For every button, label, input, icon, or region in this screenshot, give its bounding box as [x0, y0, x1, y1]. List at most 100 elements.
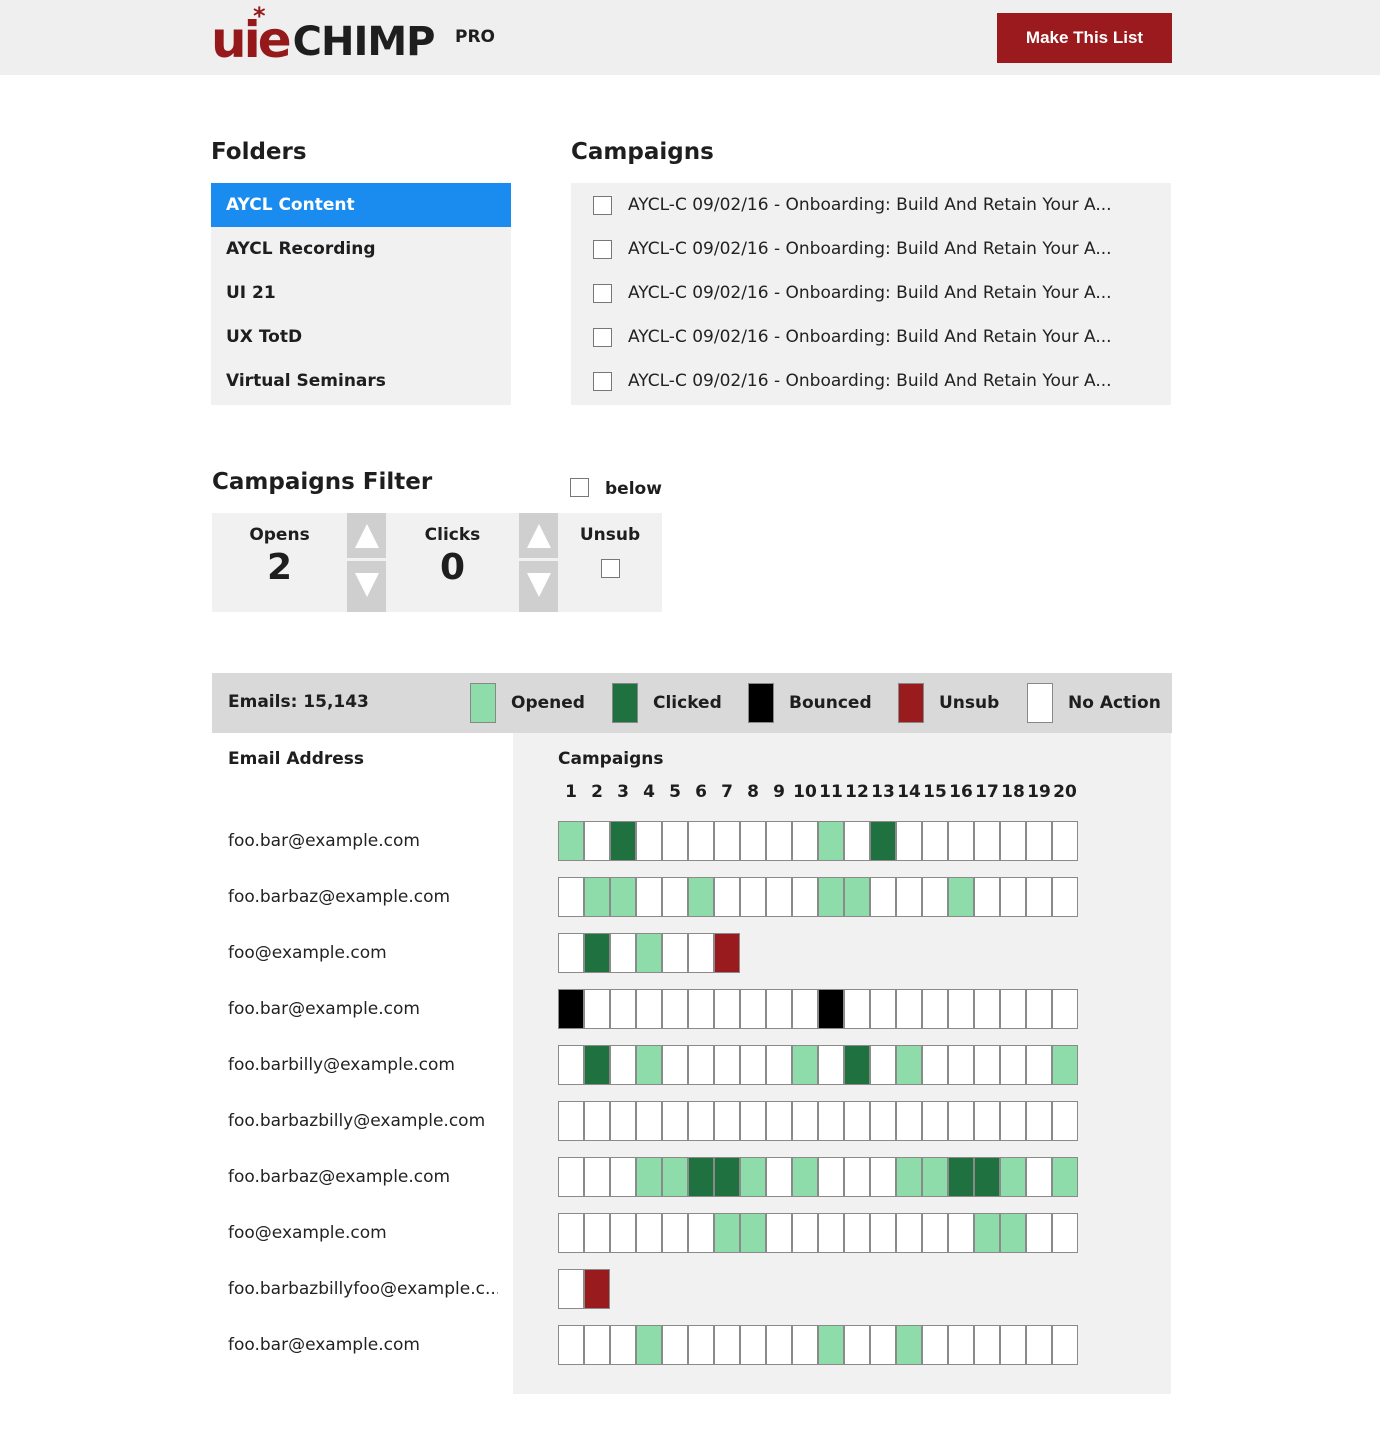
status-cell[interactable]	[584, 1325, 610, 1365]
campaign-item[interactable]: AYCL-C 09/02/16 - Onboarding: Build And …	[571, 183, 1171, 227]
status-cell[interactable]	[870, 1213, 896, 1253]
status-cell[interactable]	[792, 1325, 818, 1365]
status-cell[interactable]	[1000, 989, 1026, 1029]
status-cell[interactable]	[818, 1045, 844, 1085]
status-cell[interactable]	[766, 1101, 792, 1141]
status-cell[interactable]	[636, 1101, 662, 1141]
status-cell[interactable]	[896, 1101, 922, 1141]
status-cell[interactable]	[1000, 821, 1026, 861]
status-cell[interactable]	[740, 1325, 766, 1365]
status-cell[interactable]	[766, 1325, 792, 1365]
status-cell[interactable]	[610, 1325, 636, 1365]
status-cell[interactable]	[922, 1213, 948, 1253]
status-cell[interactable]	[662, 1045, 688, 1085]
status-cell[interactable]	[740, 989, 766, 1029]
status-cell[interactable]	[922, 1325, 948, 1365]
email-address[interactable]: foo.bar@example.com	[228, 999, 498, 1019]
status-cell[interactable]	[636, 1325, 662, 1365]
status-cell[interactable]	[610, 1045, 636, 1085]
status-cell[interactable]	[1000, 877, 1026, 917]
status-cell[interactable]	[922, 989, 948, 1029]
campaign-item[interactable]: AYCL-C 09/02/16 - Onboarding: Build And …	[571, 271, 1171, 315]
status-cell[interactable]	[740, 1213, 766, 1253]
status-cell[interactable]	[844, 1045, 870, 1085]
email-address[interactable]: foo.bar@example.com	[228, 1335, 498, 1355]
status-cell[interactable]	[870, 1101, 896, 1141]
status-cell[interactable]	[558, 1045, 584, 1085]
status-cell[interactable]	[558, 877, 584, 917]
status-cell[interactable]	[792, 1157, 818, 1197]
status-cell[interactable]	[558, 1101, 584, 1141]
status-cell[interactable]	[1052, 989, 1078, 1029]
status-cell[interactable]	[948, 1213, 974, 1253]
status-cell[interactable]	[1026, 1325, 1052, 1365]
campaign-item[interactable]: AYCL-C 09/02/16 - Onboarding: Build And …	[571, 359, 1171, 403]
status-cell[interactable]	[662, 1101, 688, 1141]
status-cell[interactable]	[610, 1157, 636, 1197]
below-toggle[interactable]: below	[570, 475, 662, 499]
opens-increment-button[interactable]	[347, 513, 386, 561]
status-cell[interactable]	[844, 1157, 870, 1197]
status-cell[interactable]	[1026, 1101, 1052, 1141]
campaign-checkbox[interactable]	[593, 283, 612, 303]
status-cell[interactable]	[1052, 1325, 1078, 1365]
status-cell[interactable]	[610, 821, 636, 861]
status-cell[interactable]	[688, 1157, 714, 1197]
status-cell[interactable]	[662, 989, 688, 1029]
status-cell[interactable]	[1026, 1157, 1052, 1197]
status-cell[interactable]	[714, 933, 740, 973]
status-cell[interactable]	[714, 877, 740, 917]
folder-item[interactable]: Virtual Seminars	[211, 359, 511, 403]
status-cell[interactable]	[1000, 1101, 1026, 1141]
status-cell[interactable]	[766, 1157, 792, 1197]
status-cell[interactable]	[688, 1213, 714, 1253]
status-cell[interactable]	[844, 989, 870, 1029]
campaign-item[interactable]: AYCL-C 09/02/16 - Onboarding: Build And …	[571, 315, 1171, 359]
status-cell[interactable]	[818, 821, 844, 861]
status-cell[interactable]	[1000, 1045, 1026, 1085]
status-cell[interactable]	[636, 1213, 662, 1253]
status-cell[interactable]	[922, 1045, 948, 1085]
status-cell[interactable]	[714, 1157, 740, 1197]
status-cell[interactable]	[870, 877, 896, 917]
status-cell[interactable]	[792, 1101, 818, 1141]
below-checkbox[interactable]	[570, 477, 589, 497]
status-cell[interactable]	[558, 933, 584, 973]
opens-decrement-button[interactable]	[347, 561, 386, 609]
campaign-checkbox[interactable]	[593, 371, 612, 391]
status-cell[interactable]	[818, 1325, 844, 1365]
status-cell[interactable]	[948, 821, 974, 861]
status-cell[interactable]	[558, 1157, 584, 1197]
status-cell[interactable]	[818, 1101, 844, 1141]
folder-item[interactable]: UI 21	[211, 271, 511, 315]
campaign-checkbox[interactable]	[593, 239, 612, 259]
status-cell[interactable]	[792, 1213, 818, 1253]
status-cell[interactable]	[688, 877, 714, 917]
campaign-checkbox[interactable]	[593, 327, 612, 347]
status-cell[interactable]	[844, 1213, 870, 1253]
folder-item[interactable]: UX TotD	[211, 315, 511, 359]
status-cell[interactable]	[636, 989, 662, 1029]
status-cell[interactable]	[870, 1157, 896, 1197]
folder-item[interactable]: AYCL Recording	[211, 227, 511, 271]
status-cell[interactable]	[558, 821, 584, 861]
status-cell[interactable]	[636, 877, 662, 917]
status-cell[interactable]	[558, 1325, 584, 1365]
status-cell[interactable]	[584, 933, 610, 973]
status-cell[interactable]	[584, 1101, 610, 1141]
status-cell[interactable]	[766, 821, 792, 861]
status-cell[interactable]	[584, 1157, 610, 1197]
status-cell[interactable]	[714, 1045, 740, 1085]
status-cell[interactable]	[948, 989, 974, 1029]
status-cell[interactable]	[870, 821, 896, 861]
status-cell[interactable]	[844, 877, 870, 917]
status-cell[interactable]	[740, 821, 766, 861]
status-cell[interactable]	[974, 1045, 1000, 1085]
campaign-checkbox[interactable]	[593, 195, 612, 215]
status-cell[interactable]	[974, 821, 1000, 861]
status-cell[interactable]	[584, 877, 610, 917]
status-cell[interactable]	[870, 1325, 896, 1365]
status-cell[interactable]	[1026, 1213, 1052, 1253]
status-cell[interactable]	[974, 877, 1000, 917]
status-cell[interactable]	[584, 989, 610, 1029]
